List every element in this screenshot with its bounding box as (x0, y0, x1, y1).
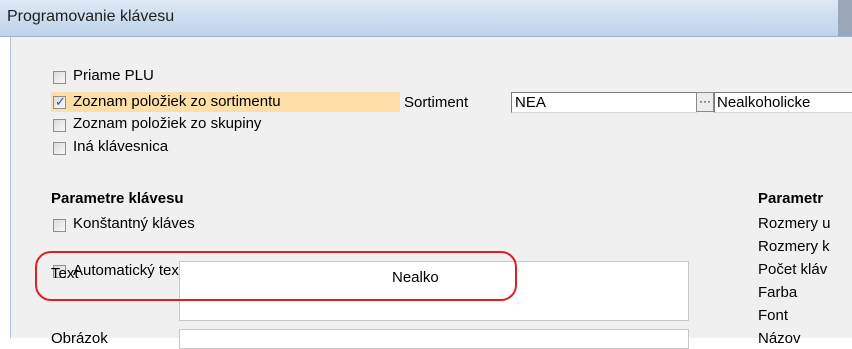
right-param-label: Farba (758, 284, 798, 301)
right-param-label: Názov (758, 330, 801, 347)
right-params-heading: Parametr (758, 190, 824, 207)
skupina-checkbox[interactable] (53, 119, 66, 132)
skupina-option-label[interactable]: Zoznam položiek zo skupiny (73, 115, 261, 132)
sortiment-checkbox[interactable]: ✓ (53, 94, 66, 109)
right-param-label: Font (758, 307, 789, 324)
sortiment-name-field: Nealkoholicke (714, 92, 852, 113)
key-params-heading: Parametre klávesu (51, 190, 184, 207)
sortiment-code-input[interactable]: NEA (511, 92, 697, 113)
image-input[interactable] (179, 329, 689, 349)
priame-plu-label[interactable]: Priame PLU (73, 67, 154, 84)
image-label: Obrázok (51, 330, 108, 347)
sortiment-name-value: Nealkoholicke (717, 94, 811, 111)
constant-key-checkbox[interactable] (53, 219, 66, 232)
title-bar: Programovanie klávesu (0, 0, 852, 37)
constant-key-label[interactable]: Konštantný kláves (73, 215, 195, 232)
sortiment-code-value: NEA (515, 94, 546, 111)
window-title: Programovanie klávesu (7, 8, 175, 25)
ina-klavesnica-checkbox[interactable] (53, 142, 66, 155)
sortiment-label: Sortiment (404, 94, 469, 111)
title-bar-edge (838, 0, 852, 36)
right-param-label: Rozmery k (758, 238, 830, 255)
ina-klavesnica-label[interactable]: Iná klávesnica (73, 138, 168, 155)
check-icon: ✓ (55, 94, 66, 109)
annotation-highlight (35, 251, 517, 301)
right-param-label: Počet kláv (758, 261, 828, 278)
priame-plu-checkbox[interactable] (53, 71, 66, 84)
sortiment-option-label[interactable]: Zoznam položiek zo sortimentu (73, 93, 281, 110)
sortiment-browse-button[interactable]: ··· (696, 92, 714, 112)
right-param-label: Rozmery u (758, 215, 831, 232)
